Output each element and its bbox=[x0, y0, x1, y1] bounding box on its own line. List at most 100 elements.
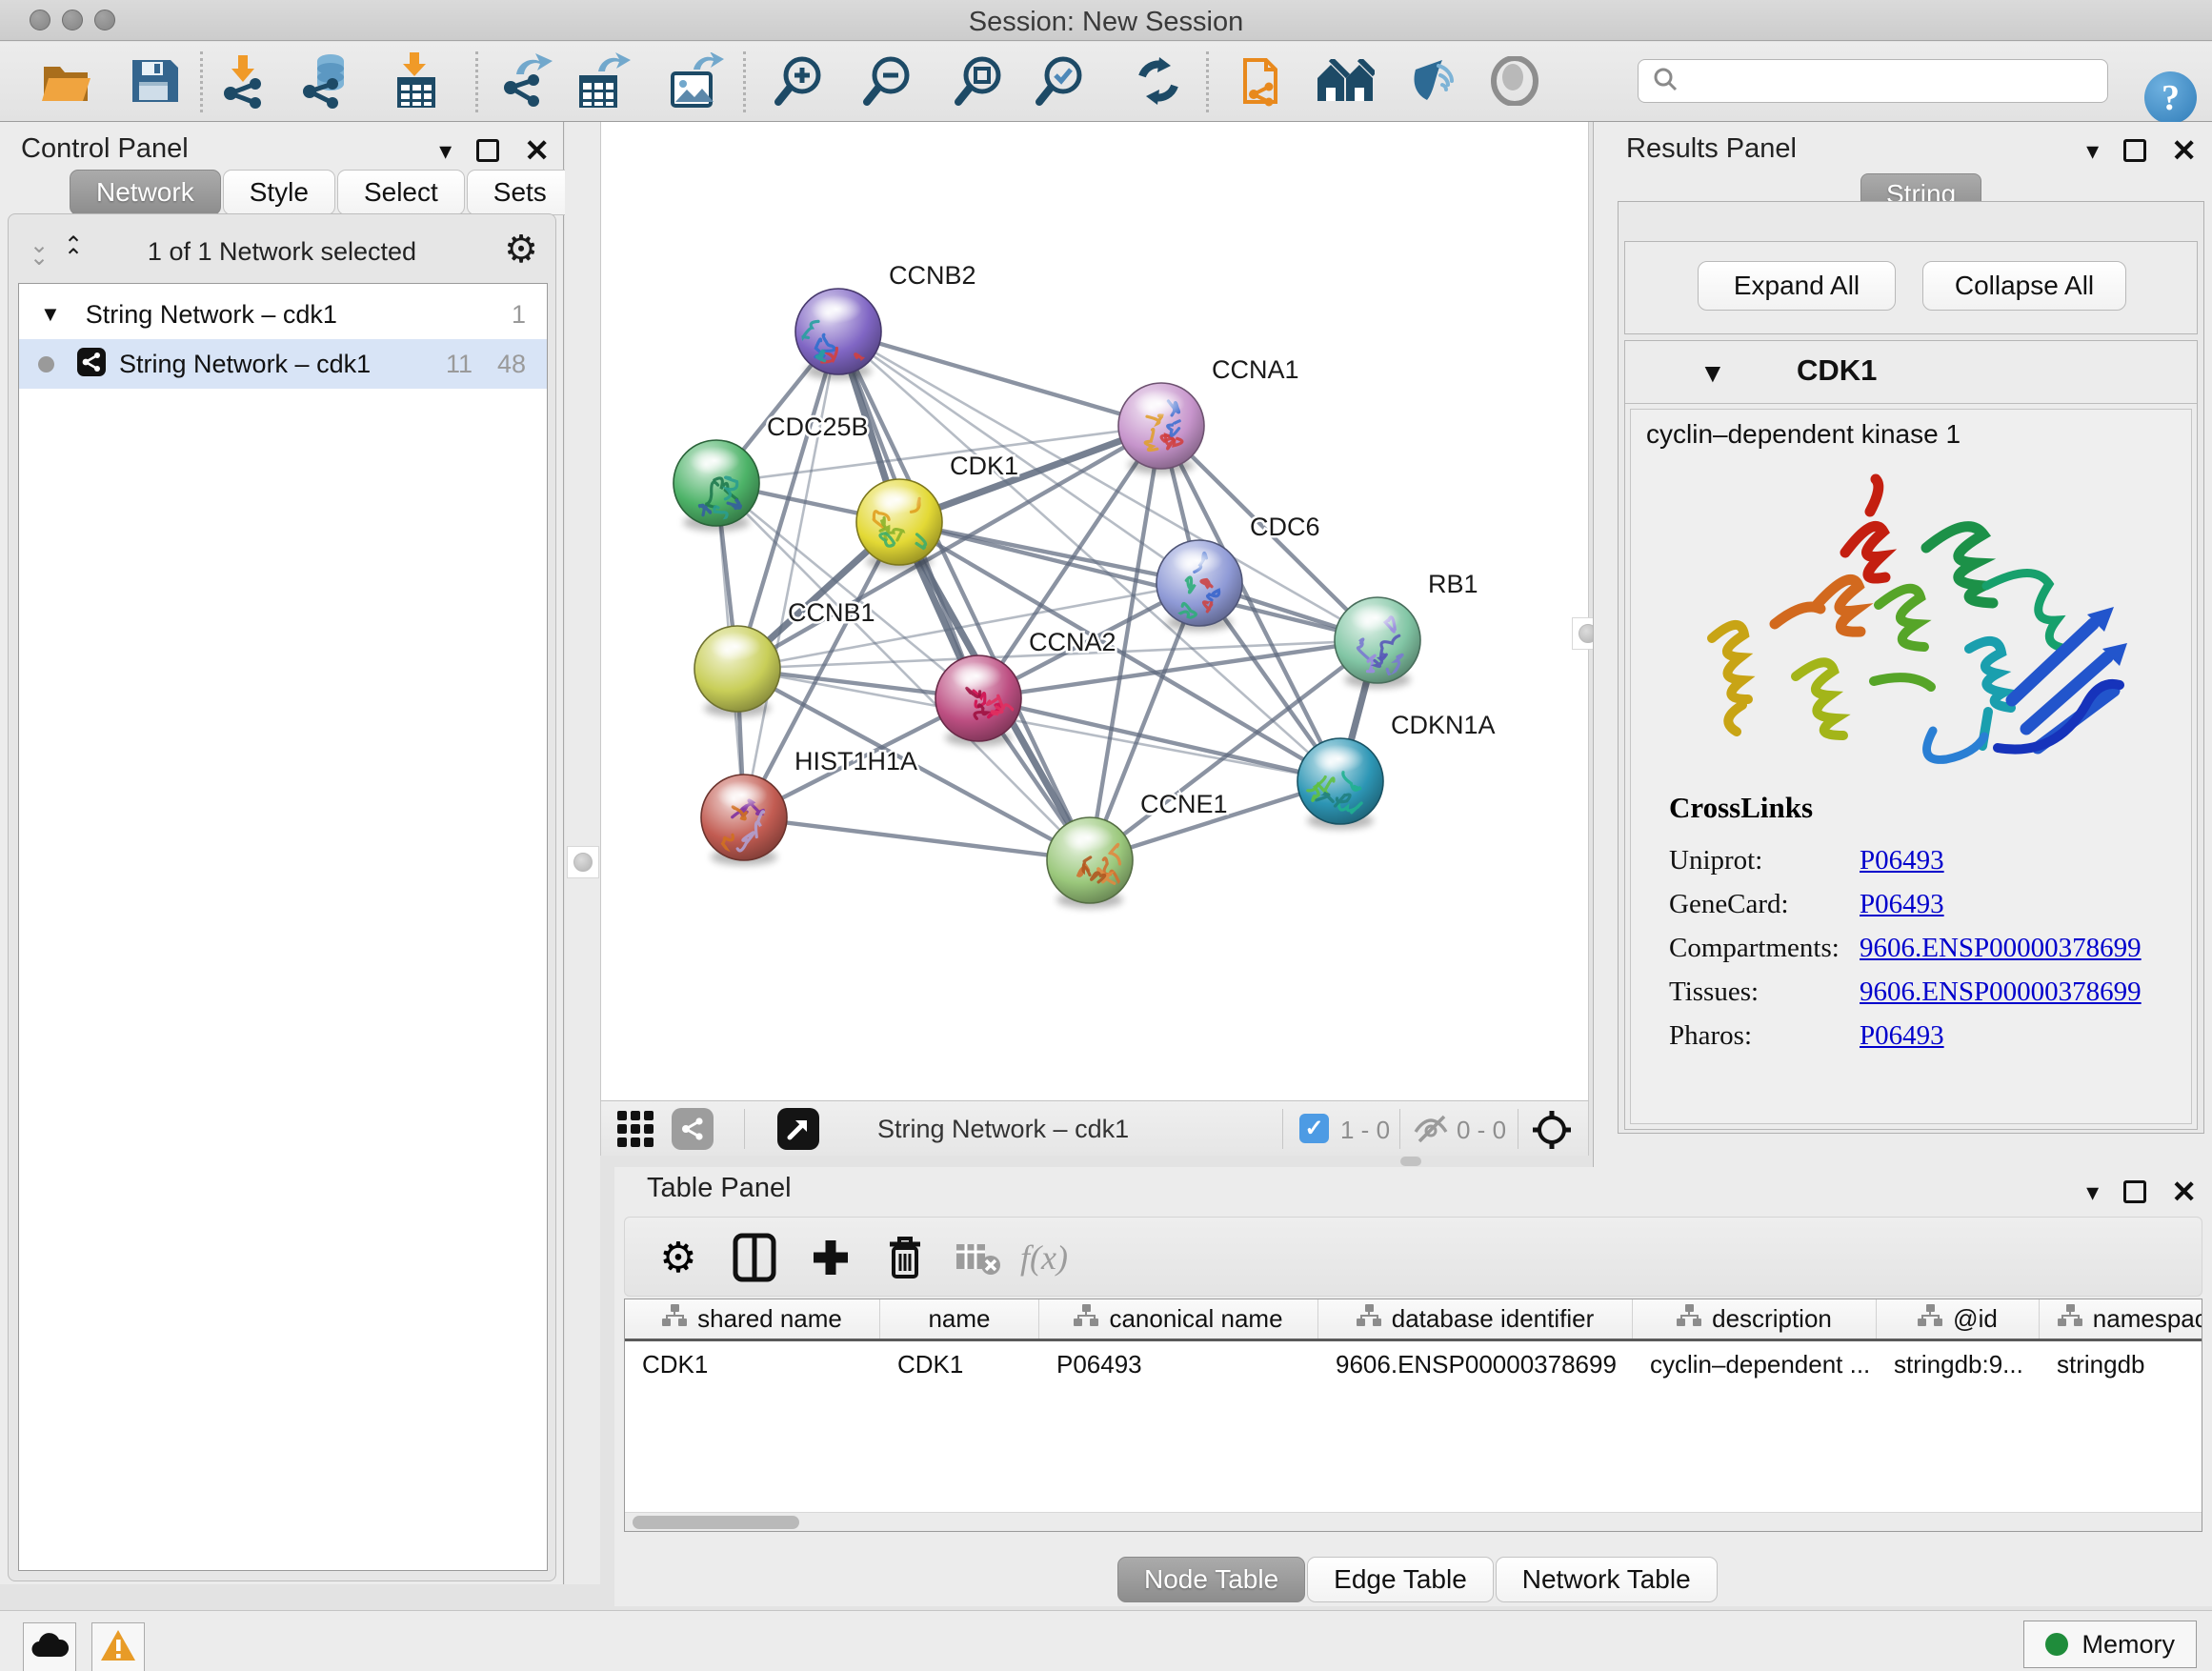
tab-style[interactable]: Style bbox=[223, 170, 335, 215]
cloud-status-button[interactable] bbox=[23, 1622, 76, 1671]
separator bbox=[1399, 1109, 1400, 1149]
string-home-button[interactable] bbox=[1316, 53, 1375, 112]
float-panel-icon[interactable]: ▾ bbox=[439, 138, 452, 163]
node-CDC25B[interactable]: CDC25B bbox=[674, 413, 869, 531]
birdseye-crosshair-icon[interactable] bbox=[1531, 1109, 1573, 1156]
network-collection-count: 1 bbox=[512, 300, 526, 330]
close-panel-icon[interactable]: ✕ bbox=[524, 135, 550, 166]
node-label: CCNA2 bbox=[1029, 628, 1116, 656]
toolbar-separator bbox=[1206, 51, 1209, 112]
import-network-from-file-button[interactable] bbox=[214, 53, 273, 112]
import-table-from-file-button[interactable] bbox=[387, 53, 446, 112]
node-HIST1H1A[interactable]: HIST1H1A bbox=[701, 747, 917, 865]
column-header-namespace[interactable]: namespace bbox=[2040, 1299, 2202, 1339]
node-RB1[interactable]: RB1 bbox=[1335, 570, 1478, 688]
crosslink-link[interactable]: P06493 bbox=[1860, 889, 1944, 920]
node-CDKN1A[interactable]: CDKN1A bbox=[1297, 711, 1496, 829]
control-panel: Control Panel ▾ ✕ NetworkStyleSelectSets… bbox=[0, 122, 564, 1584]
collapse-all-button[interactable]: Collapse All bbox=[1922, 261, 2126, 311]
memory-button[interactable]: Memory bbox=[2023, 1621, 2197, 1668]
edge-CCNB2-HIST1H1A[interactable] bbox=[744, 332, 838, 817]
string-settings-button[interactable] bbox=[1403, 53, 1462, 112]
save-session-button[interactable] bbox=[124, 53, 183, 112]
node-CCNE1[interactable]: CCNE1 bbox=[1047, 790, 1228, 908]
table-row[interactable]: CDK1CDK1P064939606.ENSP00000378699cyclin… bbox=[625, 1344, 2202, 1384]
tab-network-table[interactable]: Network Table bbox=[1496, 1557, 1718, 1602]
maximize-panel-icon[interactable] bbox=[2123, 1180, 2146, 1203]
network-collection-row[interactable]: ▼ String Network – cdk1 1 bbox=[19, 290, 547, 339]
zoom-out-button[interactable] bbox=[856, 53, 915, 112]
zoom-selected-button[interactable] bbox=[1029, 53, 1088, 112]
tab-network[interactable]: Network bbox=[70, 170, 221, 215]
network-selection-status: 1 of 1 Network selected bbox=[9, 237, 555, 267]
results-panel: Results Panel ▾ ✕ String Expand All Coll… bbox=[1593, 122, 2212, 1167]
selected-checkbox[interactable]: ✓ bbox=[1299, 1114, 1329, 1143]
scrollbar-thumb[interactable] bbox=[633, 1516, 799, 1529]
import-network-from-database-button[interactable] bbox=[298, 53, 357, 112]
column-header-@id[interactable]: @id bbox=[1877, 1299, 2040, 1339]
close-panel-icon[interactable]: ✕ bbox=[2171, 1177, 2197, 1207]
open-session-button[interactable] bbox=[37, 53, 96, 112]
crosslink-row: Uniprot:P06493 bbox=[1669, 838, 2183, 882]
refresh-button[interactable] bbox=[1129, 53, 1188, 112]
edge-CCNB2-CCNE1[interactable] bbox=[838, 332, 1090, 860]
maximize-panel-icon[interactable] bbox=[2123, 139, 2146, 162]
table-settings-gear-icon[interactable]: ⚙ bbox=[652, 1231, 705, 1284]
network-collection-label: String Network – cdk1 bbox=[86, 300, 337, 330]
column-header-shared-name[interactable]: shared name bbox=[625, 1299, 880, 1339]
float-panel-icon[interactable]: ▾ bbox=[2086, 138, 2099, 163]
network-view-canvas[interactable]: CCNB2CCNA1CDC25BCDK1CDC6RB1CCNB1CCNA2CDK… bbox=[600, 122, 1589, 1100]
hidden-eye-slash-icon[interactable] bbox=[1413, 1113, 1449, 1150]
delete-table-icon[interactable] bbox=[951, 1231, 1004, 1284]
tab-edge-table[interactable]: Edge Table bbox=[1307, 1557, 1494, 1602]
table-horizontal-scrollbar[interactable] bbox=[625, 1512, 2202, 1531]
function-builder-icon[interactable]: f(x) bbox=[1017, 1231, 1071, 1284]
create-column-plus-icon[interactable] bbox=[804, 1231, 857, 1284]
expand-all-button[interactable]: Expand All bbox=[1698, 261, 1896, 311]
node-CCNA1[interactable]: CCNA1 bbox=[1118, 355, 1299, 473]
tree-expand-icon[interactable]: ▼ bbox=[40, 302, 61, 327]
grid-view-button[interactable] bbox=[614, 1108, 656, 1150]
network-row-selected[interactable]: String Network – cdk1 11 48 bbox=[19, 339, 547, 389]
crosslink-link[interactable]: P06493 bbox=[1860, 1020, 1944, 1052]
tree-attribute-icon bbox=[1918, 1304, 1943, 1334]
crosslink-link[interactable]: 9606.ENSP00000378699 bbox=[1860, 976, 2142, 1008]
left-panel-divider[interactable] bbox=[565, 122, 600, 1584]
export-image-button[interactable] bbox=[666, 53, 725, 112]
delete-column-trash-icon[interactable] bbox=[878, 1231, 932, 1284]
column-header-canonical-name[interactable]: canonical name bbox=[1039, 1299, 1318, 1339]
collapse-gene-icon[interactable]: ▼ bbox=[1699, 358, 1726, 389]
edge-HIST1H1A-CCNE1[interactable] bbox=[744, 817, 1090, 860]
show-columns-icon[interactable] bbox=[728, 1231, 781, 1284]
string-glass-ball-button[interactable] bbox=[1485, 53, 1544, 112]
float-panel-icon[interactable]: ▾ bbox=[2086, 1179, 2099, 1204]
crosslink-link[interactable]: P06493 bbox=[1860, 845, 1944, 876]
edge-CCNB2-CCNA1[interactable] bbox=[838, 332, 1161, 426]
divider-handle[interactable] bbox=[567, 846, 599, 878]
zoom-fit-button[interactable] bbox=[948, 53, 1007, 112]
zoom-in-button[interactable] bbox=[768, 53, 827, 112]
column-header-name[interactable]: name bbox=[880, 1299, 1039, 1339]
tree-attribute-icon bbox=[1677, 1304, 1702, 1334]
node-CCNB1[interactable]: CCNB1 bbox=[694, 598, 875, 716]
help-button[interactable]: ? bbox=[2144, 71, 2197, 124]
export-table-button[interactable] bbox=[573, 53, 633, 112]
close-panel-icon[interactable]: ✕ bbox=[2171, 135, 2197, 166]
crosslink-link[interactable]: 9606.ENSP00000378699 bbox=[1860, 933, 2142, 964]
network-options-gear-icon[interactable]: ⚙ bbox=[504, 228, 538, 272]
network-view-mode-button[interactable] bbox=[672, 1108, 714, 1150]
detach-view-button[interactable] bbox=[777, 1108, 819, 1150]
share-file-button[interactable] bbox=[1235, 53, 1294, 112]
horizontal-divider-handle[interactable] bbox=[1400, 1157, 1421, 1166]
tab-sets[interactable]: Sets bbox=[467, 170, 573, 215]
warning-status-button[interactable] bbox=[91, 1622, 145, 1671]
export-network-button[interactable] bbox=[496, 53, 555, 112]
search-icon bbox=[1652, 66, 1679, 97]
column-header-database-identifier[interactable]: database identifier bbox=[1318, 1299, 1633, 1339]
column-header-description[interactable]: description bbox=[1633, 1299, 1877, 1339]
tab-node-table[interactable]: Node Table bbox=[1117, 1557, 1305, 1602]
maximize-panel-icon[interactable] bbox=[476, 139, 499, 162]
gene-card-header[interactable]: ▼ CDK1 bbox=[1625, 341, 2197, 404]
search-input[interactable] bbox=[1688, 62, 2107, 100]
tab-select[interactable]: Select bbox=[337, 170, 465, 215]
